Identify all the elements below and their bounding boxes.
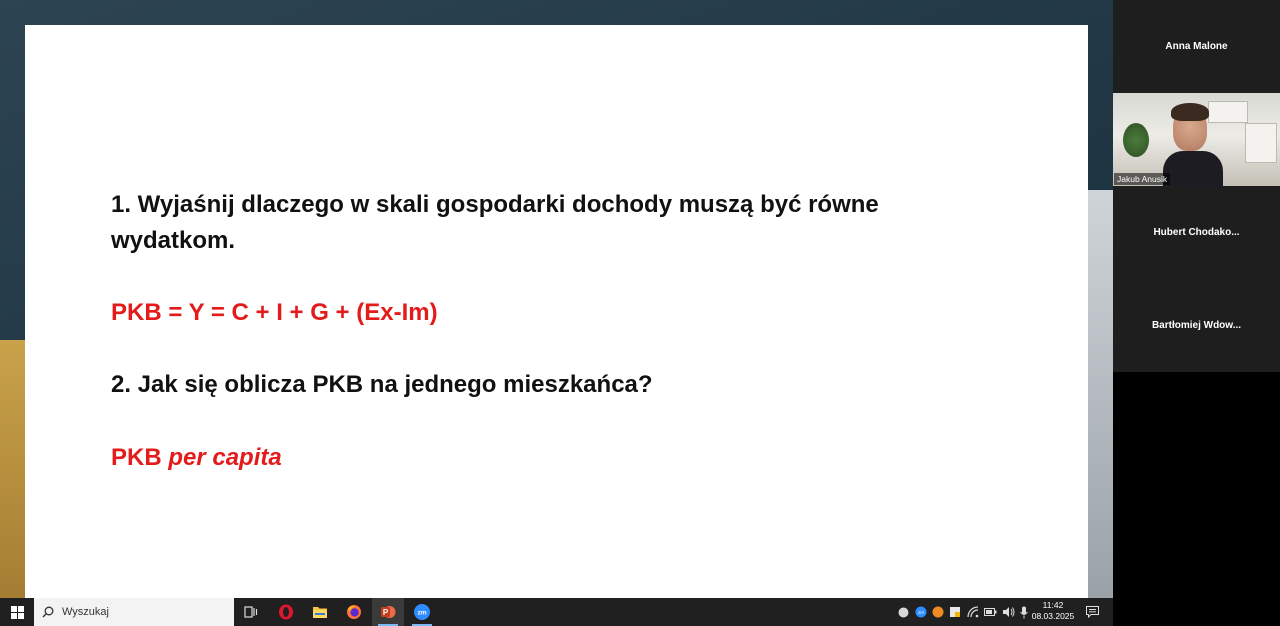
- clock-date: 08.03.2025: [1031, 611, 1075, 621]
- wifi-icon[interactable]: [967, 606, 979, 618]
- task-view-icon: [244, 606, 258, 618]
- volume-icon[interactable]: [1002, 606, 1015, 618]
- answer-2-main: PKB: [111, 444, 162, 471]
- system-tray: zm: [898, 598, 1028, 626]
- answer-2-italic: per capita: [168, 444, 282, 471]
- task-view-button[interactable]: [235, 598, 267, 626]
- answer-2: PKB per capita: [111, 440, 282, 476]
- participant-name: Hubert Chodako...: [1153, 227, 1240, 238]
- microphone-icon[interactable]: [1020, 606, 1028, 619]
- background-plant: [1123, 123, 1149, 157]
- taskbar-app-opera[interactable]: [270, 598, 302, 626]
- participant-video-tile[interactable]: Jakub Anusik: [1113, 93, 1280, 186]
- question-2: 2. Jak się oblicza PKB na jednego mieszk…: [111, 371, 653, 398]
- participant-panel: Anna Malone Jakub Anusik Hubert Chodako.…: [1113, 0, 1280, 626]
- svg-text:zm: zm: [918, 610, 924, 615]
- participant-name: Bartłomiej Wdow...: [1151, 320, 1242, 331]
- answer-1-formula: PKB = Y = C + I + G + (Ex-Im): [111, 299, 438, 326]
- tray-update-icon[interactable]: [949, 606, 961, 618]
- participant-tile[interactable]: Hubert Chodako...: [1113, 186, 1280, 279]
- tray-circle-icon[interactable]: [898, 607, 909, 618]
- participant-name: Jakub Anusik: [1114, 173, 1171, 185]
- clock-time: 11:42: [1042, 600, 1064, 610]
- question-1-line-2: wydatkom.: [111, 227, 236, 254]
- taskbar-app-zoom[interactable]: zm: [406, 598, 438, 626]
- tray-app-icon[interactable]: [932, 606, 944, 618]
- zoom-icon: zm: [414, 604, 430, 620]
- svg-text:zm: zm: [417, 610, 426, 617]
- taskbar-search-box[interactable]: Wyszukaj: [34, 598, 234, 626]
- opera-icon: [279, 604, 293, 620]
- notification-center-button[interactable]: [1082, 598, 1102, 626]
- participant-tile[interactable]: Anna Malone: [1113, 0, 1280, 93]
- taskbar-app-powerpoint[interactable]: P: [372, 598, 404, 626]
- presentation-slide: 1. Wyjaśnij dlaczego w skali gospodarki …: [25, 25, 1088, 598]
- taskbar: Wyszukaj P zm zm 11:42 08.03.2025: [0, 598, 1113, 626]
- windows-icon: [10, 605, 24, 619]
- participant-tile[interactable]: Bartłomiej Wdow...: [1113, 279, 1280, 372]
- background-shelf: [1208, 101, 1248, 123]
- folder-icon: [313, 607, 327, 618]
- firefox-icon: [347, 605, 361, 619]
- notification-icon: [1085, 606, 1099, 618]
- taskbar-app-file-explorer[interactable]: [304, 598, 336, 626]
- taskbar-app-firefox[interactable]: [338, 598, 370, 626]
- search-placeholder: Wyszukaj: [62, 606, 109, 618]
- svg-text:P: P: [383, 608, 389, 617]
- windows-start-button[interactable]: [0, 598, 34, 626]
- powerpoint-icon: P: [381, 606, 396, 618]
- background-shelf: [1245, 123, 1277, 163]
- taskbar-clock[interactable]: 11:42 08.03.2025: [1028, 600, 1078, 622]
- tray-zoom-icon[interactable]: zm: [915, 606, 927, 618]
- wallpaper-grey-accent: [1085, 190, 1113, 598]
- person-shirt: [1163, 151, 1223, 186]
- person-hair: [1171, 103, 1209, 121]
- battery-icon[interactable]: [984, 607, 997, 617]
- participant-name: Anna Malone: [1165, 41, 1228, 52]
- question-1-line-1: 1. Wyjaśnij dlaczego w skali gospodarki …: [111, 191, 879, 218]
- search-icon: [42, 606, 54, 618]
